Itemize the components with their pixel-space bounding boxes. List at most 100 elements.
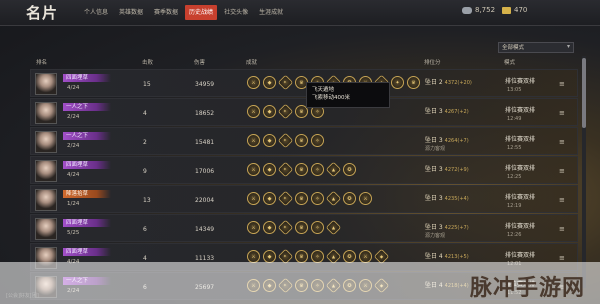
achievement-badge-icon[interactable]: ▲ <box>325 161 342 178</box>
achievement-badge-icon[interactable]: ✦ <box>277 74 294 91</box>
achievement-badge-icon[interactable]: ✧ <box>311 221 324 234</box>
gold-value: 470 <box>514 6 528 14</box>
achievement-badge-icon[interactable]: ✦ <box>277 219 294 236</box>
col-achievements: 成就 <box>246 60 258 66</box>
player-name-badge: 四面埋草 <box>63 248 111 256</box>
tier-points: 4267(+2) <box>444 109 469 115</box>
table-row[interactable]: 四面埋草 4/24 9 17006 ⚔ ◆ ✦ ♛ ✧ ▲ ✪ 坠日 3 4272(+9) … <box>30 156 578 184</box>
table-row[interactable]: 四面埋草 4/24 15 34959 ⚔◆✦♛✧▲✪⚔◆✦♛ 坠日 2 4372… <box>30 69 578 97</box>
tier-points: 4372(+20) <box>444 80 472 86</box>
rank-tier: 坠日 3 4272(+9) <box>425 164 469 173</box>
achievement-badge-icon[interactable]: ⚔ <box>247 221 260 234</box>
achievement-badge-icon[interactable]: ♛ <box>295 163 308 176</box>
tier-sub-label: 源力客观 <box>425 233 446 239</box>
achievement-badge-icon[interactable]: ◆ <box>263 192 276 205</box>
tier-label: 坠日 3 <box>425 137 443 144</box>
avatar[interactable] <box>35 189 57 211</box>
col-kills: 击败 <box>142 60 154 66</box>
avatar[interactable] <box>35 102 57 124</box>
menu-icon[interactable]: ≡ <box>559 225 565 233</box>
col-mode: 模式 <box>504 60 516 66</box>
achievement-badge-icon[interactable]: ♛ <box>407 76 420 89</box>
rank-placement: 4/24 <box>67 172 80 178</box>
table-row[interactable]: 一人之下 2/24 4 18652 ⚔ ◆ ✦ ♛ ✧ 坠日 3 4267(+2) 排位… <box>30 98 578 126</box>
tier-points: 4225(+7) <box>444 225 469 231</box>
achievement-badge-icon[interactable]: ✦ <box>391 76 404 89</box>
tier-label: 坠日 3 <box>425 108 443 115</box>
achievement-badge-icon[interactable]: ▲ <box>325 219 342 236</box>
match-mode: 排位赛双排 <box>505 136 536 143</box>
table-row[interactable]: 四面埋草 5/25 6 14349 ⚔ ◆ ✦ ♛ ✧ ▲ 坠日 3 4225(+7) 源… <box>30 214 578 242</box>
scrollbar-thumb[interactable] <box>582 58 586 128</box>
achievement-badge-icon[interactable]: ✧ <box>311 192 324 205</box>
achievement-badge-icon[interactable]: ⚔ <box>247 105 260 118</box>
kills-value: 4 <box>143 255 147 262</box>
tab-career-achievements[interactable]: 生涯成就 <box>255 5 287 20</box>
tab-season-data[interactable]: 赛季数据 <box>150 5 182 20</box>
kills-value: 15 <box>143 81 151 88</box>
kills-value: 13 <box>143 197 151 204</box>
achievement-badge-icon[interactable]: ✧ <box>311 163 324 176</box>
mode-filter-select[interactable]: 全部模式 ▾ <box>498 42 574 53</box>
tab-social-avatar[interactable]: 社交头像 <box>220 5 252 20</box>
achievement-badge-icon[interactable]: ▲ <box>325 190 342 207</box>
achievement-badge-icon[interactable]: ◆ <box>263 163 276 176</box>
tab-personal-info[interactable]: 个人信息 <box>80 5 112 20</box>
menu-icon[interactable]: ≡ <box>559 196 565 204</box>
achievement-badge-icon[interactable]: ✪ <box>343 192 356 205</box>
achievement-badge-icon[interactable]: ⚔ <box>247 76 260 89</box>
tab-bar: 个人信息 英雄数据 赛季数据 历史战绩 社交头像 生涯成就 <box>80 5 287 20</box>
avatar[interactable] <box>35 131 57 153</box>
avatar[interactable] <box>35 160 57 182</box>
table-row[interactable]: 一人之下 2/24 2 15481 ⚔ ◆ ✦ ♛ ✧ 坠日 3 4264(+7) 源力… <box>30 127 578 155</box>
achievement-badge-icon[interactable]: ◆ <box>263 105 276 118</box>
menu-icon[interactable]: ≡ <box>559 109 565 117</box>
rank-tier: 坠日 3 4264(+7) <box>425 135 469 144</box>
achievement-badge-icon[interactable]: ✪ <box>343 163 356 176</box>
achievement-badge-icon[interactable]: ⚔ <box>247 134 260 147</box>
achievement-badge-icon[interactable]: ♛ <box>295 221 308 234</box>
achievement-badge-icon[interactable]: ⚔ <box>247 192 260 205</box>
player-name-badge: 四面埋草 <box>63 74 111 82</box>
table-row[interactable]: 降落拾草 1/24 13 22004 ⚔ ◆ ✦ ♛ ✧ ▲ ✪ ⚔ 坠日 3 4235(+4… <box>30 185 578 213</box>
menu-icon[interactable]: ≡ <box>559 138 565 146</box>
achievement-badge-icon[interactable]: ◆ <box>263 221 276 234</box>
achievement-badge-icon[interactable]: ◆ <box>263 134 276 147</box>
tab-match-history[interactable]: 历史战绩 <box>185 5 218 20</box>
damage-value: 11133 <box>195 255 215 262</box>
damage-value: 15481 <box>195 139 215 146</box>
achievement-badge-icon[interactable]: ✦ <box>277 190 294 207</box>
tier-points: 4235(+4) <box>444 196 469 202</box>
coin-icon <box>462 6 472 14</box>
achievement-badge-icon[interactable]: ◆ <box>263 76 276 89</box>
page-title: 名片 <box>26 4 59 22</box>
tier-sub-label: 源力客观 <box>425 146 446 152</box>
gold-icon <box>502 6 511 14</box>
achievement-badge-icon[interactable]: ✦ <box>277 161 294 178</box>
avatar[interactable] <box>35 218 57 240</box>
rank-tier: 坠日 3 4267(+2) <box>425 106 469 115</box>
player-name-badge: 一人之下 <box>63 103 111 111</box>
kills-value: 6 <box>143 226 147 233</box>
col-rank: 排名 <box>36 60 48 66</box>
achievement-tooltip: 飞天遁地 飞索移动400米 <box>306 82 390 108</box>
match-time: 12:19 <box>507 203 522 209</box>
achievement-badge-icon[interactable]: ♛ <box>295 134 308 147</box>
watermark-text: 脉冲手游网 <box>470 276 586 301</box>
damage-value: 17006 <box>195 168 215 175</box>
top-bar: 名片 个人信息 英雄数据 赛季数据 历史战绩 社交头像 生涯成就 8,752 4… <box>0 0 600 26</box>
menu-icon[interactable]: ≡ <box>559 80 565 88</box>
achievement-badge-icon[interactable]: ⚔ <box>359 192 372 205</box>
tier-points: 4264(+7) <box>444 138 469 144</box>
rank-placement: 5/25 <box>67 230 80 236</box>
menu-icon[interactable]: ≡ <box>559 167 565 175</box>
achievement-badge-icon[interactable]: ⚔ <box>247 163 260 176</box>
achievement-badge-icon[interactable]: ✦ <box>277 132 294 149</box>
avatar[interactable] <box>35 73 57 95</box>
damage-value: 22004 <box>195 197 215 204</box>
achievement-badge-icon[interactable]: ♛ <box>295 192 308 205</box>
achievement-badge-icon[interactable]: ✧ <box>311 134 324 147</box>
tab-hero-data[interactable]: 英雄数据 <box>115 5 147 20</box>
menu-icon[interactable]: ≡ <box>559 254 565 262</box>
achievement-badge-icon[interactable]: ✦ <box>277 103 294 120</box>
